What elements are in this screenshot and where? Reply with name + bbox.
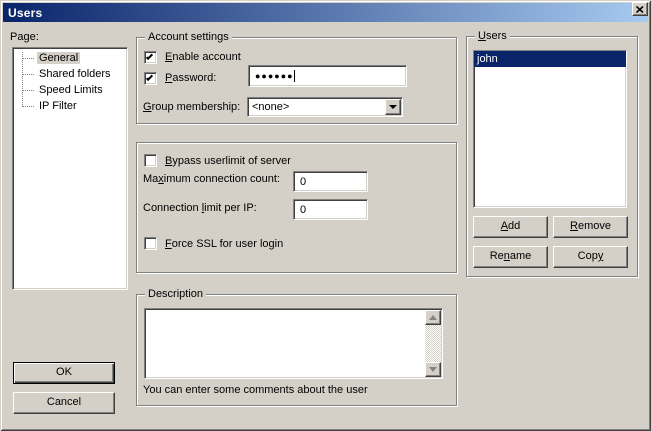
tree-item-label: General — [37, 52, 80, 64]
tree-item-label: IP Filter — [37, 100, 79, 112]
page-tree[interactable]: General Shared folders Speed Limits IP F… — [12, 47, 128, 290]
password-checkbox[interactable] — [144, 72, 157, 85]
dropdown-button[interactable] — [385, 99, 401, 115]
tree-item-general[interactable]: General — [13, 51, 127, 67]
text-caret — [294, 70, 295, 82]
max-connection-count-input[interactable]: 0 — [293, 171, 368, 192]
page-label: Page: — [10, 31, 39, 44]
check-icon — [146, 74, 153, 81]
scroll-up-button[interactable] — [425, 310, 441, 325]
password-input[interactable]: ●●●●●● — [248, 65, 407, 87]
tree-item-ip-filter[interactable]: IP Filter — [13, 99, 127, 115]
description-textarea[interactable] — [144, 308, 443, 379]
scroll-down-button[interactable] — [425, 362, 441, 377]
users-listbox[interactable]: john — [473, 50, 627, 208]
tree-item-label: Shared folders — [37, 68, 113, 80]
chevron-down-icon — [389, 105, 397, 113]
arrow-down-icon — [429, 367, 437, 376]
password-value: ●●●●●● — [255, 71, 294, 81]
connection-limit-per-ip-label: Connection limit per IP: — [143, 202, 257, 215]
description-hint: You can enter some comments about the us… — [143, 384, 368, 397]
users-group-title: Users — [475, 30, 510, 43]
window-title: Users — [8, 6, 42, 20]
title-bar[interactable]: Users — [3, 3, 648, 22]
bypass-userlimit-label: Bypass userlimit of server — [165, 155, 291, 168]
vertical-scrollbar[interactable] — [425, 310, 441, 377]
password-label: Password: — [165, 72, 216, 85]
group-membership-label: Group membership: — [143, 101, 240, 114]
force-ssl-checkbox[interactable] — [144, 237, 157, 250]
user-name: john — [477, 53, 498, 65]
close-icon — [636, 6, 644, 13]
max-connection-count-label: Maximum connection count: — [143, 173, 280, 186]
rename-button[interactable]: Rename — [473, 246, 548, 268]
description-group-title: Description — [145, 288, 206, 301]
tree-item-shared-folders[interactable]: Shared folders — [13, 67, 127, 83]
force-ssl-label: Force SSL for user login — [165, 238, 283, 251]
users-dialog: Users Page: General Shared folders Speed… — [0, 0, 651, 431]
connection-limit-per-ip-input[interactable]: 0 — [293, 199, 368, 220]
group-membership-value: <none> — [252, 101, 289, 114]
remove-button[interactable]: Remove — [553, 216, 628, 238]
add-button[interactable]: Add — [473, 216, 548, 238]
copy-button[interactable]: Copy — [553, 246, 628, 268]
tree-item-label: Speed Limits — [37, 84, 105, 96]
group-membership-select[interactable]: <none> — [247, 97, 403, 117]
arrow-up-icon — [429, 311, 437, 320]
cancel-button[interactable]: Cancel — [13, 392, 115, 414]
close-button[interactable] — [632, 2, 648, 16]
enable-account-label: Enable account — [165, 51, 241, 64]
enable-account-checkbox[interactable] — [144, 51, 157, 64]
ok-button[interactable]: OK — [13, 362, 115, 384]
check-icon — [146, 53, 153, 60]
bypass-userlimit-checkbox[interactable] — [144, 154, 157, 167]
user-list-item[interactable]: john — [474, 51, 626, 67]
account-settings-group-title: Account settings — [145, 31, 232, 44]
tree-item-speed-limits[interactable]: Speed Limits — [13, 83, 127, 99]
